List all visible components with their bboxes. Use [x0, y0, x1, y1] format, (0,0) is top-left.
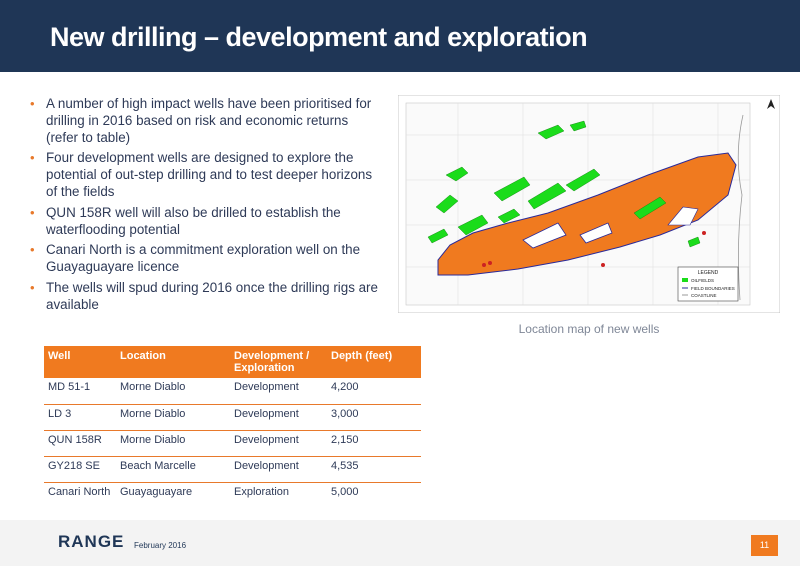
well-marker [482, 263, 486, 267]
header-cell: Location [116, 346, 230, 378]
table-row: QUN 158R Morne Diablo Development 2,150 [44, 430, 421, 457]
location-map: LEGEND OILFIELDS FIELD BOUNDARIES COASTL… [398, 95, 780, 313]
well-marker [702, 231, 706, 235]
slide-title: New drilling – development and explorati… [50, 22, 588, 52]
table-cell: 4,535 [327, 456, 421, 483]
bullet-text: A number of high impact wells have been … [46, 96, 372, 145]
table-cell: Beach Marcelle [116, 456, 230, 483]
bullet-item: • QUN 158R well will also be drilled to e… [28, 205, 378, 239]
bullet-marker: • [30, 242, 35, 258]
range-logo: RANGE [58, 532, 125, 551]
table-row: LD 3 Morne Diablo Development 3,000 [44, 404, 421, 431]
well-marker [601, 263, 605, 267]
map-caption: Location map of new wells [518, 322, 660, 336]
bullet-marker: • [30, 279, 35, 295]
bullet-item: • The wells will spud during 2016 once th… [28, 280, 378, 314]
legend-title: LEGEND [698, 270, 719, 276]
bullet-marker: • [30, 204, 35, 220]
table-cell: GY218 SE [44, 456, 116, 483]
header-cell: Depth (feet) [327, 346, 421, 378]
footer-date: February 2016 [134, 541, 187, 550]
table-cell: Morne Diablo [116, 378, 230, 405]
header-cell: Development / Exploration [230, 346, 327, 378]
bullet-item: • Four development wells are designed to … [28, 150, 378, 200]
header-cell: Well [44, 346, 116, 378]
table-cell: Development [230, 456, 327, 483]
table-cell: 2,150 [327, 430, 421, 457]
bullet-text: QUN 158R well will also be drilled to es… [46, 204, 341, 237]
page-number: 11 [751, 535, 778, 556]
table-cell: MD 51-1 [44, 378, 116, 405]
table-header-row: Well Location Development / Exploration … [44, 346, 421, 378]
table-row: GY218 SE Beach Marcelle Development 4,53… [44, 456, 421, 483]
bullet-marker: • [30, 150, 35, 166]
bullet-list: • A number of high impact wells have been… [28, 96, 378, 318]
table-cell: Morne Diablo [116, 404, 230, 431]
wells-table: Well Location Development / Exploration … [44, 346, 421, 526]
table-cell: 4,200 [327, 378, 421, 405]
table-cell: QUN 158R [44, 430, 116, 457]
bullet-item: • A number of high impact wells have been… [28, 96, 378, 146]
bullet-marker: • [30, 96, 35, 111]
table-cell: Morne Diablo [116, 430, 230, 457]
legend-item: OILFIELDS [691, 278, 714, 283]
legend-item: FIELD BOUNDARIES [691, 286, 735, 291]
table-cell: Development [230, 430, 327, 457]
bullet-text: Canari North is a commitment exploration… [46, 242, 361, 275]
well-marker [488, 261, 492, 265]
table-cell: 3,000 [327, 404, 421, 431]
table-row: MD 51-1 Morne Diablo Development 4,200 [44, 378, 421, 405]
title-bar: New drilling – development and explorati… [0, 0, 800, 72]
bullet-item: • Canari North is a commitment exploratio… [28, 242, 378, 276]
map-legend: LEGEND OILFIELDS FIELD BOUNDARIES COASTL… [677, 266, 739, 302]
table-cell: Development [230, 404, 327, 431]
bullet-text: The wells will spud during 2016 once the… [46, 279, 378, 312]
table-cell: LD 3 [44, 404, 116, 431]
legend-item: COASTLINE [691, 293, 717, 298]
bullet-text: Four development wells are designed to e… [46, 150, 373, 199]
table-cell: Development [230, 378, 327, 405]
